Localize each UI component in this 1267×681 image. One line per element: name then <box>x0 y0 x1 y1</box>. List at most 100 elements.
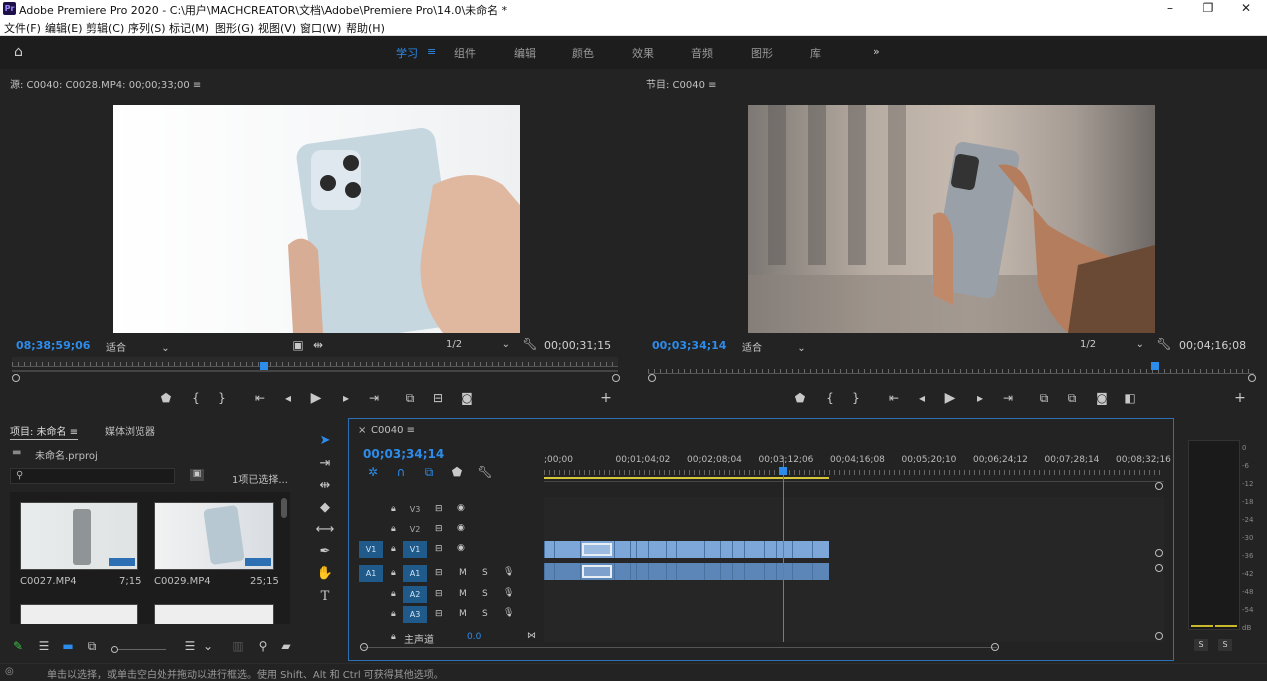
vertical-scroll-audio[interactable] <box>1155 564 1163 572</box>
icon-view-icon[interactable]: ▬ <box>60 639 76 653</box>
razor-tool-icon[interactable]: ◆ <box>315 500 335 518</box>
mark-out-icon[interactable]: } <box>848 391 864 405</box>
source-monitor-header[interactable]: 源: C0040: C0028.MP4: 00;00;33;00 ≡ <box>10 76 201 91</box>
camera-icon[interactable]: ◙ <box>459 391 475 405</box>
selected-video-clip[interactable] <box>582 543 612 556</box>
project-scrollbar[interactable] <box>281 498 287 518</box>
microphone-icon[interactable]: 🎙︎ <box>503 567 514 577</box>
eye-icon[interactable]: ◉ <box>457 503 465 513</box>
audio-clip[interactable] <box>776 563 792 580</box>
go-to-in-icon[interactable]: ⇤ <box>252 391 268 405</box>
master-volume-value[interactable]: 0.0 <box>467 632 481 642</box>
lock-icon[interactable]: 🔒︎ <box>391 589 396 599</box>
timeline-playhead-line[interactable] <box>783 457 784 642</box>
audio-clip[interactable] <box>812 563 829 580</box>
source-scroll-end[interactable] <box>612 374 620 382</box>
lock-icon[interactable]: 🔒︎ <box>391 504 396 514</box>
track-label-V1[interactable]: V1 <box>403 541 427 558</box>
menu-edit[interactable]: 编辑(E) <box>45 20 83 36</box>
horizontal-scrollbar[interactable] <box>363 647 997 648</box>
add-button-icon[interactable]: + <box>1232 390 1248 406</box>
video-clip[interactable] <box>812 541 829 558</box>
workspace-assembly[interactable]: 组件 <box>454 45 476 61</box>
type-tool-icon[interactable]: T <box>315 589 335 607</box>
sync-lock-icon[interactable]: ⊟ <box>435 524 443 534</box>
track-label-V3[interactable]: V3 <box>407 505 423 514</box>
menu-markers[interactable]: 标记(M) <box>169 20 209 36</box>
extract-icon[interactable]: ⧉ <box>1064 391 1080 406</box>
minimize-button[interactable]: – <box>1162 1 1178 15</box>
comparison-view-icon[interactable]: ◧ <box>1122 391 1138 405</box>
source-patch-A1[interactable]: A1 <box>359 565 383 582</box>
clip-thumbnail[interactable] <box>154 604 274 624</box>
track-label-V2[interactable]: V2 <box>407 525 423 534</box>
play-icon[interactable]: ▶ <box>942 390 958 406</box>
zoom-slider-handle[interactable] <box>111 646 118 653</box>
nest-icon[interactable]: ✲ <box>365 465 381 479</box>
settings-square-icon[interactable]: ▣ <box>290 338 306 352</box>
close-window-button[interactable]: ✕ <box>1238 1 1254 15</box>
sequence-tab[interactable]: C0040 ≡ <box>371 425 415 436</box>
timeline-playhead[interactable] <box>779 467 787 475</box>
microphone-icon[interactable]: 🎙︎ <box>503 588 514 598</box>
program-video-frame[interactable] <box>748 105 1155 333</box>
mute-button[interactable]: M <box>459 589 467 599</box>
step-forward-icon[interactable]: ▸ <box>972 391 988 405</box>
workspace-effects[interactable]: 效果 <box>632 45 654 61</box>
menu-file[interactable]: 文件(F) <box>4 20 41 36</box>
video-clip[interactable] <box>732 541 744 558</box>
vertical-scroll-bottom[interactable] <box>1155 632 1163 640</box>
lock-icon[interactable]: 🔒︎ <box>391 609 396 619</box>
project-search-input[interactable]: ⚲ <box>10 468 175 484</box>
video-clip[interactable] <box>648 541 666 558</box>
selection-tool-icon[interactable]: ➤ <box>315 433 335 451</box>
track-select-tool-icon[interactable]: ⇥ <box>315 456 335 474</box>
source-patch-V1[interactable]: V1 <box>359 541 383 558</box>
video-clip[interactable] <box>636 541 648 558</box>
freeform-view-icon[interactable]: ⧉ <box>84 639 100 654</box>
program-time-ruler[interactable] <box>648 364 1254 374</box>
audio-clip[interactable] <box>666 563 676 580</box>
automate-icon[interactable]: ▥ <box>230 639 246 653</box>
video-clip[interactable] <box>704 541 720 558</box>
video-clip[interactable] <box>614 541 630 558</box>
solo-right-button[interactable]: S <box>1218 639 1232 651</box>
eye-icon[interactable]: ◉ <box>457 543 465 553</box>
source-scrollbar[interactable] <box>12 370 618 372</box>
video-clip[interactable] <box>544 541 554 558</box>
tab-media-browser[interactable]: 媒体浏览器 <box>105 423 155 438</box>
sync-lock-icon[interactable]: ⊟ <box>435 589 443 599</box>
audio-clip[interactable] <box>744 563 764 580</box>
source-scroll-start[interactable] <box>12 374 20 382</box>
workspace-learn[interactable]: 学习 <box>396 45 418 61</box>
drag-video-icon[interactable]: ⇹ <box>310 338 326 352</box>
audio-clip[interactable] <box>792 563 812 580</box>
horizontal-scroll-end[interactable] <box>991 643 999 651</box>
program-resolution-dropdown[interactable]: 1/2 ⌄ <box>1080 339 1146 350</box>
mute-button[interactable]: M <box>459 568 467 578</box>
audio-clip[interactable] <box>648 563 666 580</box>
find-icon[interactable]: ⚲ <box>255 639 271 653</box>
video-clip[interactable] <box>666 541 676 558</box>
program-playhead[interactable] <box>1150 362 1159 370</box>
solo-button[interactable]: S <box>482 568 488 578</box>
sync-lock-icon[interactable]: ⊟ <box>435 609 443 619</box>
maximize-button[interactable]: ❐ <box>1200 1 1216 15</box>
camera-icon[interactable]: ◙ <box>1094 391 1110 405</box>
workspace-menu-icon[interactable]: ≡ <box>427 45 436 58</box>
program-fit-dropdown[interactable]: 适合 ⌄ <box>742 339 806 354</box>
snap-magnet-icon[interactable]: ∩ <box>393 465 409 479</box>
solo-button[interactable]: S <box>482 589 488 599</box>
work-area-bar[interactable] <box>544 477 829 479</box>
horizontal-scroll-start[interactable] <box>360 643 368 651</box>
sync-lock-icon[interactable]: ⊟ <box>435 504 443 514</box>
pen-tool-icon[interactable]: ✒ <box>315 544 335 562</box>
audio-clip[interactable] <box>554 563 580 580</box>
workspace-overflow-icon[interactable]: » <box>873 45 880 58</box>
video-clip[interactable] <box>554 541 580 558</box>
go-to-in-icon[interactable]: ⇤ <box>886 391 902 405</box>
video-clip[interactable] <box>720 541 732 558</box>
timeline-ruler[interactable]: ;00;00 00;01;04;02 00;02;08;04 00;03;12;06 0… <box>544 455 1171 479</box>
close-tab-icon[interactable]: × <box>358 425 366 436</box>
workspace-graphics[interactable]: 图形 <box>751 45 773 61</box>
